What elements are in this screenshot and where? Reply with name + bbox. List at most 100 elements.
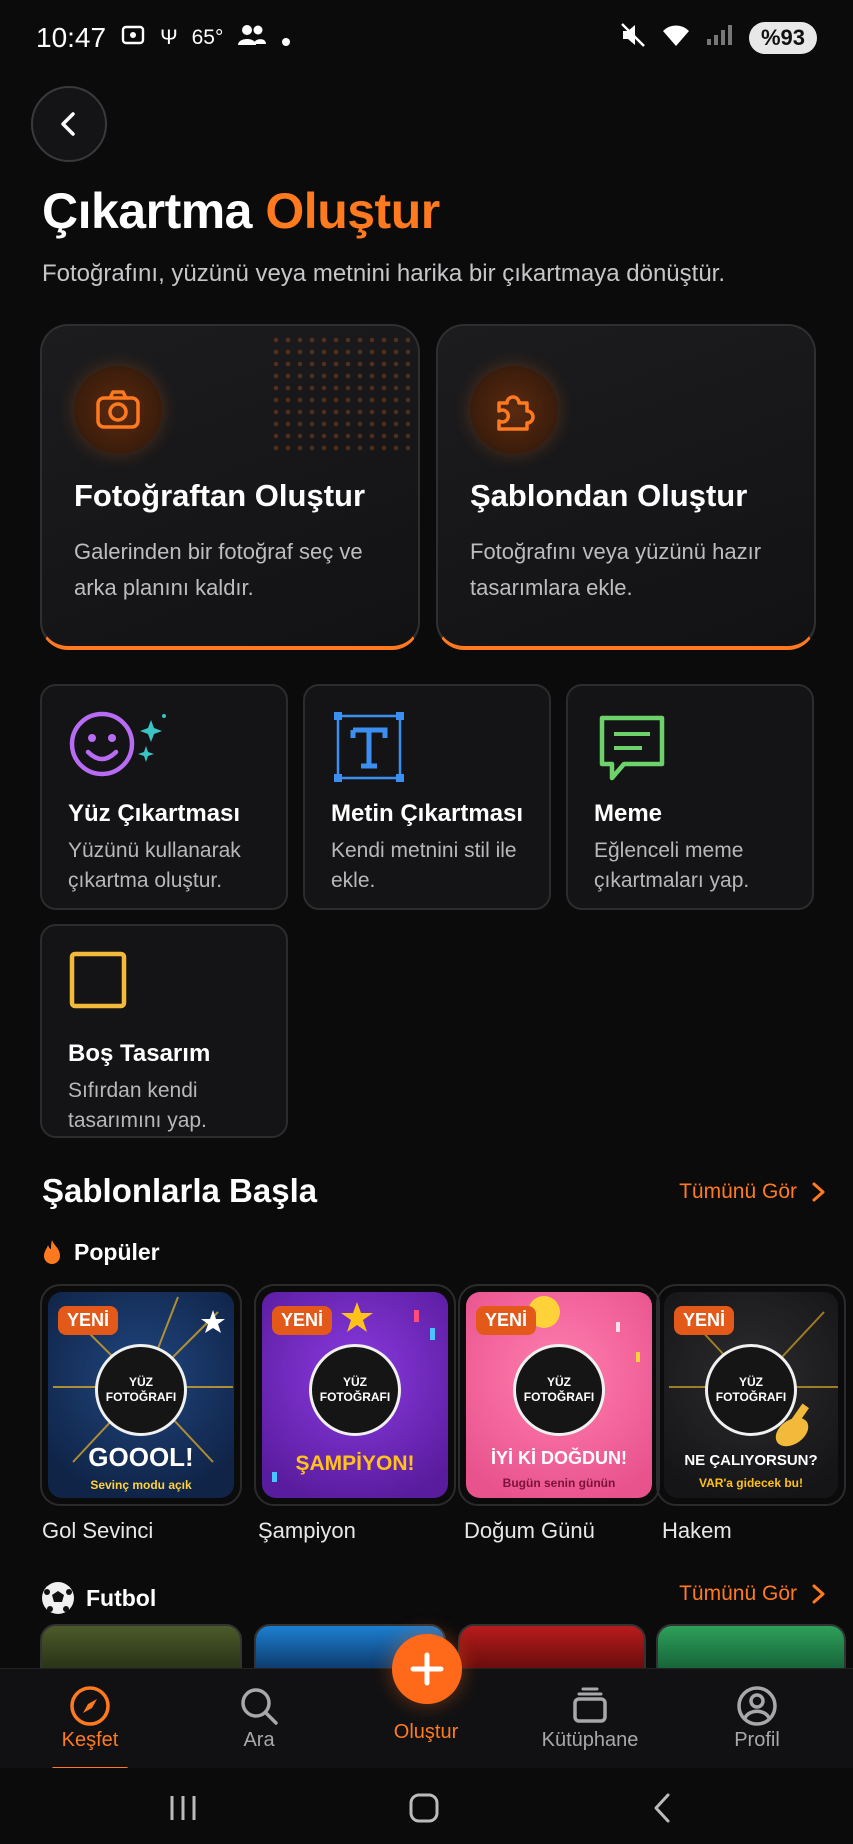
template-card-referee[interactable]: YENİ YÜZ FOTOĞRAFI NE ÇALIYORSUN? VAR'a … bbox=[656, 1284, 846, 1506]
template-label: Şampiyon bbox=[258, 1518, 356, 1543]
card-title: Boş Tasarım bbox=[68, 1040, 211, 1067]
back-button[interactable] bbox=[31, 86, 107, 162]
template-card-birthday[interactable]: YENİ YÜZ FOTOĞRAFI İYİ Kİ DOĞDUN! Bugün … bbox=[458, 1284, 660, 1506]
decorative-dots bbox=[270, 334, 410, 454]
soccer-ball-icon bbox=[42, 1582, 74, 1614]
football-template-card[interactable] bbox=[656, 1624, 846, 1670]
status-bar: 10:47 Ψ 65° %93 bbox=[0, 0, 853, 76]
mute-icon bbox=[619, 21, 647, 55]
nav-label: Oluştur bbox=[393, 1721, 459, 1743]
new-badge: YENİ bbox=[58, 1306, 119, 1335]
nav-label: Profil bbox=[734, 1729, 780, 1751]
new-badge: YENİ bbox=[272, 1306, 333, 1335]
back-nav-icon[interactable] bbox=[650, 1792, 674, 1824]
recent-apps-icon[interactable] bbox=[168, 1794, 198, 1822]
chevron-right-icon bbox=[812, 1584, 825, 1604]
nav-search[interactable]: Ara bbox=[199, 1683, 319, 1752]
templates-section-title: Şablonlarla Başla bbox=[42, 1172, 318, 1209]
library-icon bbox=[530, 1683, 650, 1729]
search-icon bbox=[199, 1683, 319, 1729]
create-from-photo-card[interactable]: Fotoğraftan Oluştur Galerinden bir fotoğ… bbox=[40, 324, 420, 650]
chat-icon bbox=[594, 710, 684, 782]
status-time: 10:47 bbox=[36, 22, 107, 53]
template-headline: İYİ Kİ DOĞDUN! bbox=[490, 1448, 627, 1468]
template-headline: NE ÇALIYORSUN? bbox=[684, 1452, 818, 1469]
see-all-label: Tümünü Gör bbox=[679, 1582, 797, 1605]
nav-profile[interactable]: Profil bbox=[697, 1683, 817, 1752]
football-template-card[interactable] bbox=[458, 1624, 646, 1670]
card-description: Eğlenceli meme çıkartmaları yap. bbox=[594, 839, 750, 892]
text-icon bbox=[331, 710, 421, 782]
face-photo-placeholder: YÜZ FOTOĞRAFI bbox=[513, 1344, 605, 1436]
smiley-icon bbox=[68, 710, 166, 782]
card-description: Fotoğrafını veya yüzünü hazır tasarımlar… bbox=[470, 539, 762, 600]
template-headline: ŞAMPİYON! bbox=[295, 1452, 415, 1475]
template-subline: VAR'a gidecek bu! bbox=[699, 1476, 803, 1490]
template-subline: Sevinç modu açık bbox=[90, 1478, 192, 1492]
meme-card[interactable]: Meme Eğlenceli meme çıkartmaları yap. bbox=[566, 684, 814, 910]
see-all-templates-link[interactable]: Tümünü Gör bbox=[679, 1180, 827, 1204]
fire-icon bbox=[44, 1240, 60, 1264]
plus-icon bbox=[410, 1652, 444, 1686]
football-subheading: Futbol bbox=[40, 1580, 156, 1616]
card-title: Metin Çıkartması bbox=[331, 800, 524, 827]
card-description: Yüzünü kullanarak çıkartma oluştur. bbox=[68, 839, 241, 892]
chevron-left-icon bbox=[61, 112, 75, 136]
screenshot-icon bbox=[120, 22, 146, 55]
square-icon bbox=[68, 950, 158, 1022]
usb-icon: Ψ bbox=[160, 26, 178, 49]
chevron-right-icon bbox=[812, 1182, 825, 1202]
wifi-icon bbox=[661, 22, 691, 54]
title-main: Çıkartma bbox=[42, 183, 253, 239]
temperature: 65° bbox=[191, 26, 224, 49]
dot-icon bbox=[281, 22, 291, 54]
card-title: Şablondan Oluştur bbox=[470, 478, 748, 513]
create-from-template-card[interactable]: Şablondan Oluştur Fotoğrafını veya yüzün… bbox=[436, 324, 816, 650]
text-sticker-card[interactable]: Metin Çıkartması Kendi metnini stil ile … bbox=[303, 684, 551, 910]
see-all-label: Tümünü Gör bbox=[679, 1180, 797, 1203]
card-title: Fotoğraftan Oluştur bbox=[74, 478, 366, 513]
template-subline: Bugün senin günün bbox=[502, 1476, 616, 1490]
camera-icon bbox=[74, 366, 162, 454]
face-photo-placeholder: YÜZ FOTOĞRAFI bbox=[95, 1344, 187, 1436]
puzzle-icon bbox=[470, 366, 558, 454]
compass-icon bbox=[30, 1683, 150, 1729]
nav-create[interactable]: Oluştur bbox=[366, 1721, 486, 1744]
signal-icon bbox=[705, 23, 735, 53]
face-photo-placeholder: YÜZ FOTOĞRAFI bbox=[309, 1344, 401, 1436]
nav-label: Keşfet bbox=[61, 1729, 119, 1751]
battery-indicator: %93 bbox=[748, 22, 817, 54]
card-title: Yüz Çıkartması bbox=[68, 800, 241, 827]
template-label: Doğum Günü bbox=[464, 1518, 595, 1543]
create-fab-button[interactable] bbox=[392, 1634, 462, 1704]
system-navigation-bar bbox=[0, 1768, 853, 1844]
football-template-card[interactable] bbox=[40, 1624, 242, 1670]
people-icon bbox=[237, 22, 267, 54]
template-label: Hakem bbox=[662, 1518, 732, 1543]
card-title: Meme bbox=[594, 800, 663, 827]
nav-explore[interactable]: Keşfet bbox=[30, 1683, 150, 1752]
face-sticker-card[interactable]: Yüz Çıkartması Yüzünü kullanarak çıkartm… bbox=[40, 684, 288, 910]
blank-design-card[interactable]: Boş Tasarım Sıfırdan kendi tasarımını ya… bbox=[40, 924, 288, 1138]
card-description: Sıfırdan kendi tasarımını yap. bbox=[68, 1079, 207, 1132]
template-headline: GOOOL! bbox=[88, 1442, 194, 1472]
popular-subheading: Popüler bbox=[40, 1238, 160, 1266]
template-label: Gol Sevinci bbox=[42, 1518, 154, 1543]
title-accent: Oluştur bbox=[265, 183, 440, 239]
nav-label: Ara bbox=[243, 1729, 275, 1751]
nav-library[interactable]: Kütüphane bbox=[530, 1683, 650, 1752]
page-title: Çıkartma Oluştur bbox=[42, 182, 440, 240]
new-badge: YENİ bbox=[476, 1306, 537, 1335]
new-badge: YENİ bbox=[674, 1306, 735, 1335]
nav-label: Kütüphane bbox=[541, 1729, 639, 1751]
profile-icon bbox=[697, 1683, 817, 1729]
football-label: Futbol bbox=[86, 1584, 157, 1611]
face-photo-placeholder: YÜZ FOTOĞRAFI bbox=[705, 1344, 797, 1436]
see-all-football-link[interactable]: Tümünü Gör bbox=[679, 1582, 827, 1606]
popular-label: Popüler bbox=[74, 1238, 160, 1265]
template-card-champion[interactable]: YENİ YÜZ FOTOĞRAFI ŞAMPİYON! bbox=[254, 1284, 456, 1506]
template-card-goal[interactable]: YENİ YÜZ FOTOĞRAFI GOOOL! Sevinç modu aç… bbox=[40, 1284, 242, 1506]
home-icon[interactable] bbox=[408, 1792, 440, 1824]
page-subtitle: Fotoğrafını, yüzünü veya metnini harika … bbox=[42, 260, 726, 287]
card-description: Kendi metnini stil ile ekle. bbox=[331, 839, 517, 892]
